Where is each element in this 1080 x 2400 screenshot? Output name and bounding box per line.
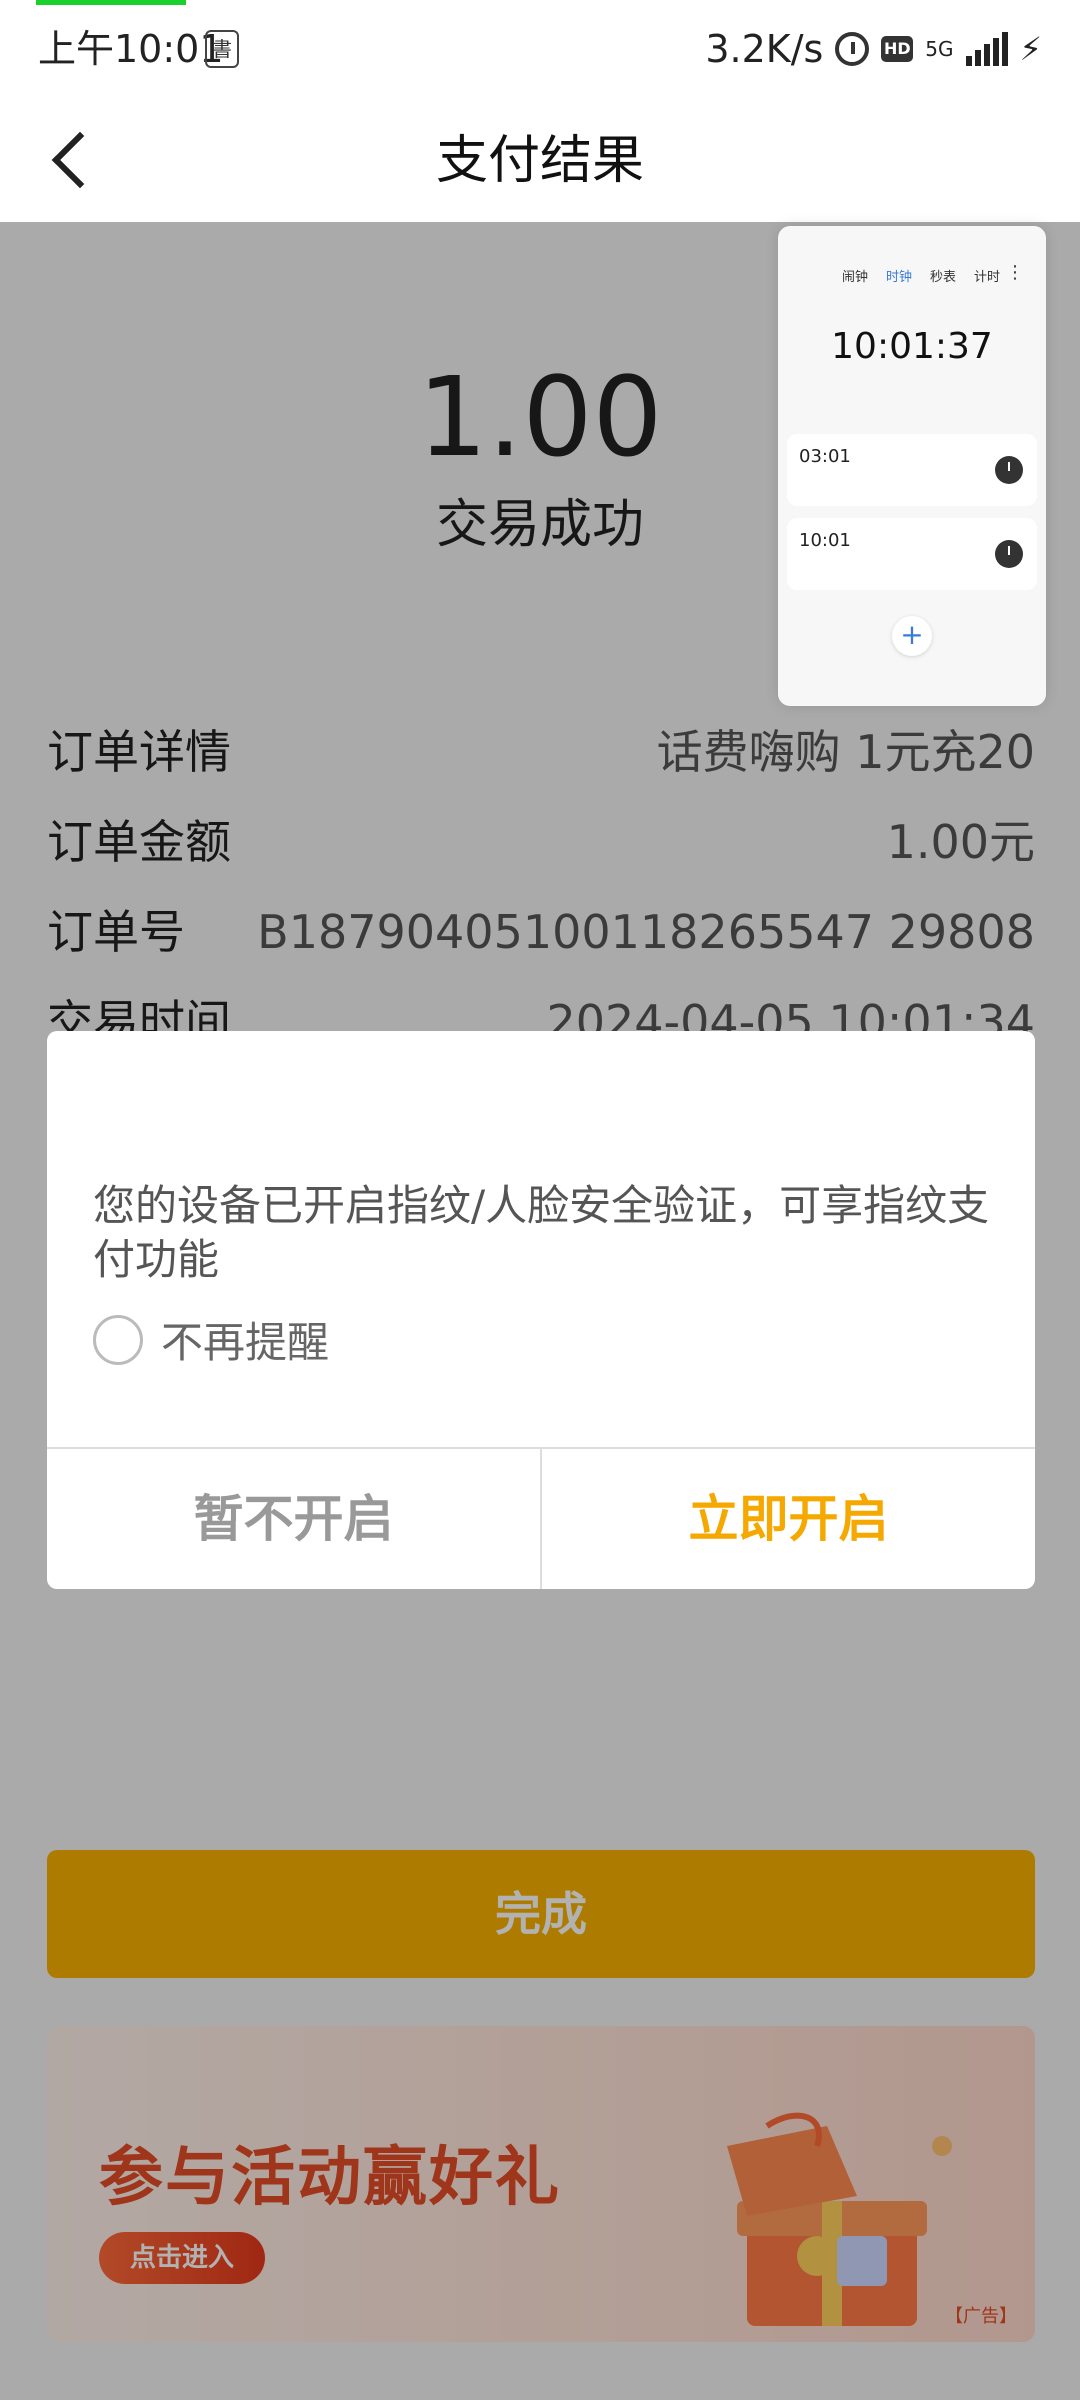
- status-indicator-bar: [36, 0, 186, 5]
- radio-circle-icon[interactable]: [93, 1314, 143, 1365]
- alarm-icon: [835, 32, 870, 66]
- more-icon[interactable]: ⋮: [1006, 262, 1024, 283]
- enable-now-button[interactable]: 立即开启: [542, 1449, 1035, 1589]
- alarm-item[interactable]: 10:01: [787, 518, 1037, 590]
- tab-timer[interactable]: 计时: [974, 266, 1000, 285]
- tab-alarm[interactable]: 闹钟: [842, 266, 868, 285]
- status-bar: 上午10:01 書 3.2K/s HD 5G ⚡: [0, 0, 1080, 100]
- status-time: 上午10:01: [38, 27, 224, 71]
- clock-time: 10:01:37: [831, 326, 993, 367]
- fingerprint-dialog: 您的设备已开启指纹/人脸安全验证，可享指纹支付功能 不再提醒 暂不开启 立即开启: [47, 1031, 1035, 1589]
- checkbox-label: 不再提醒: [161, 1318, 330, 1367]
- tab-stopwatch[interactable]: 秒表: [930, 266, 956, 285]
- dialog-message: 您的设备已开启指纹/人脸安全验证，可享指纹支付功能: [93, 1181, 990, 1284]
- notification-app-icon: 書: [205, 30, 239, 68]
- alarm-item[interactable]: 03:01: [787, 434, 1037, 506]
- floating-clock-window[interactable]: 闹钟 时钟 秒表 计时 ⋮ 10:01:37 03:01 10:01 +: [778, 226, 1046, 706]
- clock-face-icon: [995, 456, 1023, 484]
- not-now-button[interactable]: 暂不开启: [47, 1449, 540, 1589]
- hd-icon: HD: [881, 36, 914, 62]
- page-title: 支付结果: [435, 131, 644, 191]
- status-right-group: 3.2K/s HD 5G ⚡: [705, 24, 1042, 74]
- network-type-label: 5G: [925, 37, 954, 61]
- alarm-time: 03:01: [799, 446, 851, 467]
- alarm-time: 10:01: [799, 530, 851, 551]
- charging-icon: ⚡: [1019, 30, 1042, 68]
- nav-bar: 支付结果: [0, 100, 1080, 222]
- dont-remind-checkbox[interactable]: 不再提醒: [93, 1309, 329, 1370]
- clock-face-icon: [995, 540, 1023, 568]
- add-clock-button[interactable]: +: [892, 616, 932, 656]
- network-speed: 3.2K/s: [705, 27, 824, 71]
- tab-clock[interactable]: 时钟: [886, 266, 912, 285]
- signal-icon: [965, 32, 1008, 66]
- clock-tabs: 闹钟 时钟 秒表 计时: [842, 266, 1000, 285]
